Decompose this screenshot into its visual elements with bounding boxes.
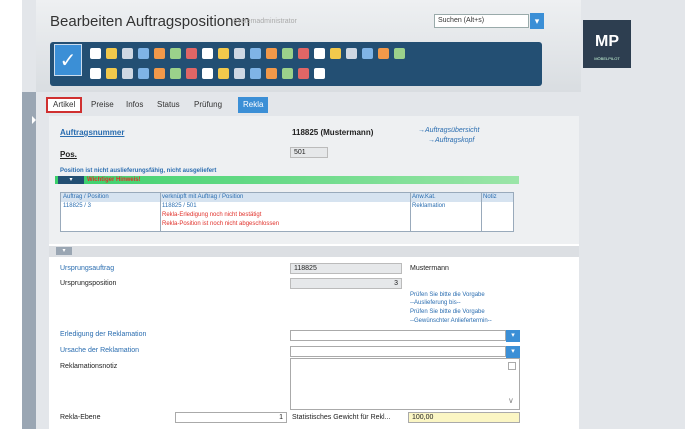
doc-f-icon[interactable] xyxy=(202,68,213,79)
print-icon[interactable] xyxy=(186,48,197,59)
link-icon[interactable] xyxy=(298,48,309,59)
ursache-label[interactable]: Ursache der Reklamation xyxy=(60,347,139,354)
search-input[interactable]: Suchen (Alt+s) xyxy=(434,14,529,28)
ursprungsposition-field: 3 xyxy=(290,278,402,289)
ursprungsposition-label: Ursprungsposition xyxy=(60,280,117,287)
copy-icon[interactable] xyxy=(106,68,117,79)
scroll-down-icon[interactable]: ∨ xyxy=(508,396,514,405)
col-divider xyxy=(481,193,482,231)
status-text: Position ist nicht auslieferungsfähig, n… xyxy=(60,168,217,174)
list-icon[interactable] xyxy=(330,48,341,59)
ursprungsauftrag-name: Mustermann xyxy=(410,265,449,272)
save-check-button[interactable]: ✓ xyxy=(54,44,82,76)
table-icon[interactable] xyxy=(314,48,325,59)
ursprungsauftrag-field: 118825 xyxy=(290,263,402,274)
chevron-down-icon[interactable]: ▾ xyxy=(506,330,520,342)
tab-rekla[interactable]: Rekla xyxy=(238,97,269,113)
logo-subtitle: MÖBELPILOT xyxy=(594,56,620,61)
ebene-field[interactable]: 1 xyxy=(175,412,287,423)
cell-note-1: Rekla-Erledigung noch nicht bestätigt xyxy=(162,212,262,218)
doc-e-icon[interactable] xyxy=(186,68,197,79)
expand-arrow-icon[interactable] xyxy=(32,116,36,124)
merge-icon[interactable] xyxy=(282,48,293,59)
left-rail xyxy=(0,0,22,429)
export-icon[interactable] xyxy=(346,48,357,59)
next-icon[interactable] xyxy=(234,48,245,59)
notiz-label: Reklamationsnotiz xyxy=(60,363,118,370)
col-divider xyxy=(410,193,411,231)
help-icon[interactable] xyxy=(138,48,149,59)
first-icon[interactable] xyxy=(202,48,213,59)
chevron-down-icon[interactable]: ▾ xyxy=(506,346,520,358)
tab-pruefung[interactable]: Prüfung xyxy=(189,97,227,113)
folder-icon[interactable] xyxy=(106,48,117,59)
chart-icon[interactable] xyxy=(378,48,389,59)
doc-c-icon[interactable] xyxy=(154,68,165,79)
hint-line-2[interactable]: --Auslieferung bis-- xyxy=(410,300,461,306)
checkbox-icon[interactable] xyxy=(508,362,516,370)
hint-line-3[interactable]: Prüfen Sie bitte die Vorgabe xyxy=(410,309,485,315)
auftragsuebersicht-link[interactable]: →Auftragsübersicht xyxy=(418,127,479,134)
import-icon[interactable] xyxy=(362,48,373,59)
cell-auftrag[interactable]: 118825 / 3 xyxy=(63,203,91,209)
plus-icon[interactable] xyxy=(394,48,405,59)
cell-kat: Reklamation xyxy=(412,203,446,209)
col-verknuepft: verknüpft mit Auftrag / Position xyxy=(162,194,244,200)
hint-line-1[interactable]: Prüfen Sie bitte die Vorgabe xyxy=(410,292,485,298)
tab-artikel[interactable]: Artikel xyxy=(46,97,83,113)
trash-icon[interactable] xyxy=(122,48,133,59)
doc-g-icon[interactable] xyxy=(218,68,229,79)
tab-infos[interactable]: Infos xyxy=(121,97,148,113)
last-icon[interactable] xyxy=(250,48,261,59)
hat-icon[interactable] xyxy=(266,68,277,79)
hint-line-4[interactable]: --Gewünschter Anliefertermin-- xyxy=(410,318,492,324)
doc-h-icon[interactable] xyxy=(234,68,245,79)
page-title: Bearbeiten Auftragspositionen xyxy=(50,13,251,30)
rekla-section-bar xyxy=(49,246,579,257)
auftragskopf-link[interactable]: →Auftragskopf xyxy=(428,137,474,144)
back-icon[interactable] xyxy=(154,48,165,59)
col-kat: Anw.Kat. xyxy=(412,194,436,200)
tab-preise[interactable]: Preise xyxy=(86,97,119,113)
cell-note-2: Rekla-Position ist noch nicht abgeschlos… xyxy=(162,221,280,227)
collapse-icon[interactable]: ▾ xyxy=(56,247,72,255)
doc-d-icon[interactable] xyxy=(170,68,181,79)
prev-icon[interactable] xyxy=(218,48,229,59)
auftragsnummer-link[interactable]: Auftragsnummer xyxy=(60,128,124,137)
group-icon[interactable] xyxy=(266,48,277,59)
user-label: Systemadministrator xyxy=(233,18,297,25)
new-doc-icon[interactable] xyxy=(90,48,101,59)
col-divider xyxy=(160,193,161,231)
settings-icon[interactable] xyxy=(250,68,261,79)
gewicht-field[interactable]: 100,00 xyxy=(408,412,520,423)
col-notiz: Notiz xyxy=(483,194,497,200)
pos-label: Pos. xyxy=(60,150,77,159)
tab-status[interactable]: Status xyxy=(152,97,185,113)
ursprungsauftrag-label[interactable]: Ursprungsauftrag xyxy=(60,265,114,272)
hint-table-header xyxy=(61,193,513,202)
grid-icon[interactable] xyxy=(314,68,325,79)
search-icon[interactable] xyxy=(170,48,181,59)
filter-icon[interactable] xyxy=(282,68,293,79)
doc-b-icon[interactable] xyxy=(122,68,133,79)
gewicht-label: Statistisches Gewicht für Rekl... xyxy=(292,414,391,421)
doc-i-icon[interactable] xyxy=(298,68,309,79)
notiz-textarea[interactable] xyxy=(290,358,520,410)
col-auftrag: Auftrag / Position xyxy=(63,194,109,200)
search-dropdown-button[interactable]: ▾ xyxy=(530,13,544,29)
pos-field: 501 xyxy=(290,147,328,158)
alert-hint: Wichtiger Hinweis! xyxy=(87,177,141,183)
ursache-select[interactable] xyxy=(290,346,506,357)
erledigung-select[interactable] xyxy=(290,330,506,341)
auftragsnummer-value: 118825 (Mustermann) xyxy=(292,128,374,137)
ebene-label: Rekla-Ebene xyxy=(60,414,101,421)
erledigung-label[interactable]: Erledigung der Reklamation xyxy=(60,331,146,338)
doc-a-icon[interactable] xyxy=(90,68,101,79)
collapse-icon[interactable]: ▾ xyxy=(58,176,84,184)
cell-verknuepft[interactable]: 118825 / 501 xyxy=(162,203,197,209)
side-panel-strip[interactable] xyxy=(22,92,36,429)
truck-icon[interactable] xyxy=(138,68,149,79)
